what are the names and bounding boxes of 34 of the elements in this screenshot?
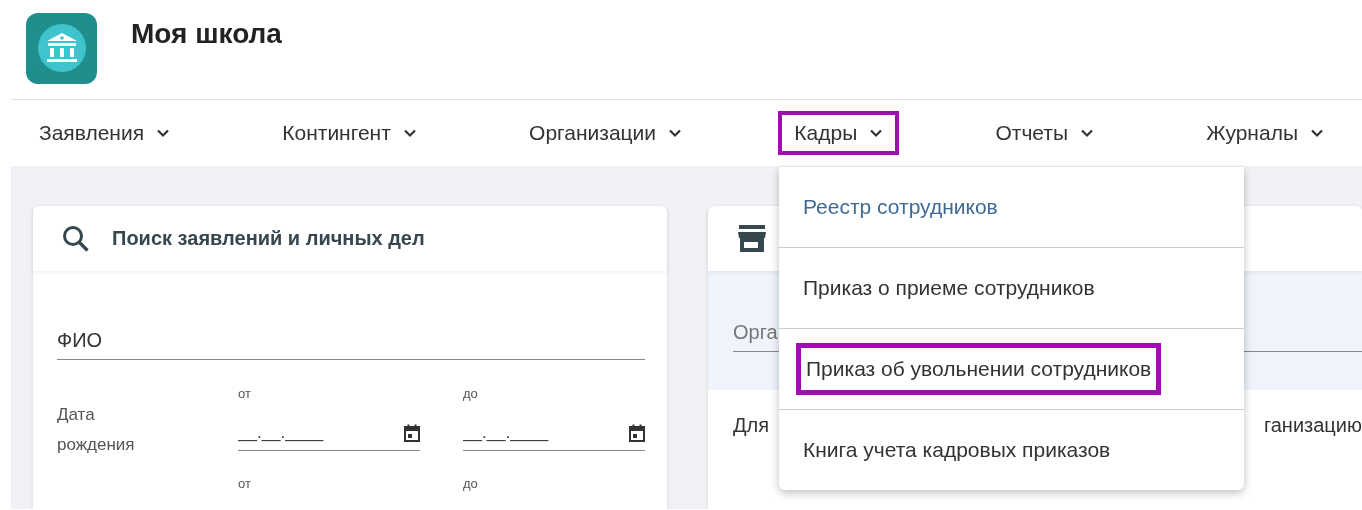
logo-icon [26, 13, 97, 84]
calendar-icon[interactable] [404, 424, 420, 442]
dropdown-menu-item[interactable]: Приказ о приеме сотрудников [779, 270, 1104, 306]
dropdown-menu-item[interactable]: Книга учета кадровых приказов [779, 432, 1120, 468]
date-caption: от [238, 386, 252, 403]
nav-menu-item[interactable]: Кадры [778, 111, 900, 155]
card-title: Поиск заявлений и личных дел [112, 227, 425, 250]
nav-menu-item[interactable]: Отчеты [979, 111, 1111, 155]
nav-menu-item[interactable]: Журналы [1190, 111, 1340, 155]
nav-menu-item[interactable]: Организации [513, 111, 699, 155]
date-caption: до [463, 386, 479, 403]
chevron-down-icon [1080, 128, 1095, 138]
calendar-icon[interactable] [629, 424, 645, 442]
date-caption: до [463, 476, 479, 493]
date-field[interactable]: __.__.____ [463, 423, 629, 443]
search-icon [62, 224, 90, 253]
dropdown-menu-item[interactable]: Реестр сотрудников [779, 189, 1007, 225]
chevron-down-icon [156, 128, 171, 138]
chevron-down-icon [402, 128, 417, 138]
date-field[interactable]: __.__.____ [238, 423, 404, 443]
store-icon [737, 224, 767, 253]
date-caption: от [238, 476, 252, 493]
nav-menu-item[interactable]: Контингент [266, 111, 433, 155]
chevron-down-icon [1310, 128, 1324, 138]
description-text: Для [733, 414, 770, 437]
app-title: Моя школа [131, 18, 282, 50]
description-text: ганизацию [1263, 414, 1362, 437]
chevron-down-icon [869, 128, 884, 138]
chevron-down-icon [668, 128, 683, 138]
field-label: Дата рождения [57, 404, 136, 456]
name-field[interactable]: ФИО [57, 328, 645, 352]
dropdown-menu-item[interactable]: Приказ об увольнении сотрудников [796, 343, 1162, 395]
organization-field[interactable]: Орга [733, 320, 781, 344]
nav-menu-item[interactable]: Заявления [23, 111, 187, 155]
